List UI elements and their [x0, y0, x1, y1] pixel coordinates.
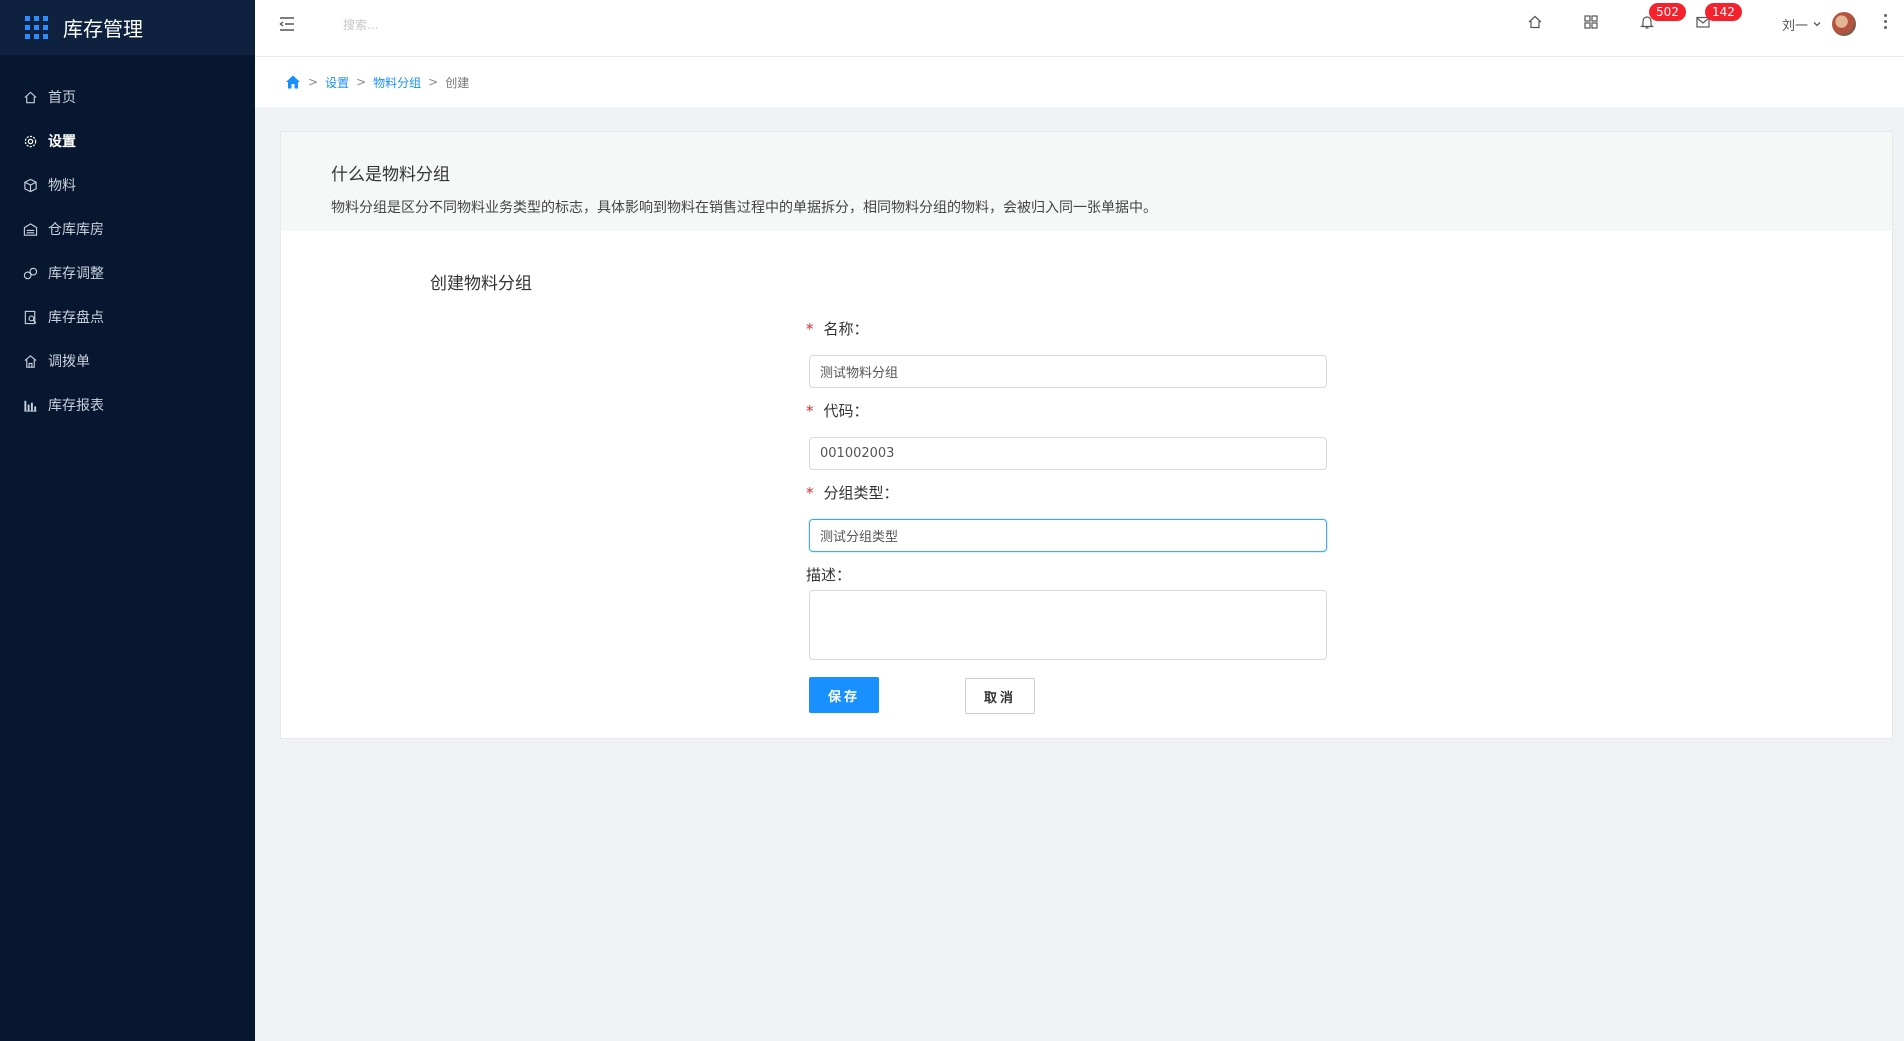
more-vertical-icon[interactable]	[1884, 14, 1888, 32]
save-button[interactable]: 保存	[809, 677, 879, 713]
transfer-icon	[22, 353, 38, 369]
home-icon	[22, 89, 38, 105]
sidebar-item-stock-adjust[interactable]: 库存调整	[0, 251, 255, 295]
bar-chart-icon	[22, 397, 38, 413]
sidebar-item-stock-report[interactable]: 库存报表	[0, 383, 255, 427]
required-marker: *	[806, 402, 814, 420]
sidebar-item-label: 调拨单	[48, 354, 90, 370]
notification-count-badge: 502	[1649, 3, 1686, 21]
apps-grid-icon	[25, 15, 49, 40]
user-name: 刘一	[1781, 18, 1808, 34]
home-icon[interactable]	[1527, 14, 1545, 32]
sidebar-item-label: 库存调整	[48, 266, 104, 282]
sidebar-menu: 首页 设置 物料 仓库库房 库存调整 库存盘点 调拨单 库存报表	[0, 75, 255, 427]
breadcrumb-separator: >	[356, 75, 367, 89]
sidebar: 库存管理 首页 设置 物料 仓库库房 库存调整 库存盘点 调拨单 库存报表	[0, 0, 255, 1041]
adjust-icon	[22, 265, 38, 281]
cancel-button[interactable]: 取消	[965, 678, 1035, 714]
notification-bell-icon[interactable]: 502	[1639, 3, 1686, 32]
chevron-down-icon	[1812, 19, 1822, 29]
breadcrumb-material-group-link[interactable]: 物料分组	[373, 74, 421, 91]
code-field[interactable]	[809, 437, 1327, 470]
breadcrumb-settings-link[interactable]: 设置	[325, 74, 349, 91]
breadcrumb-separator: >	[428, 75, 439, 89]
brand: 库存管理	[0, 0, 255, 55]
name-field[interactable]	[809, 355, 1327, 388]
cube-icon	[22, 177, 38, 193]
search-input[interactable]	[343, 13, 583, 37]
required-marker: *	[806, 320, 814, 338]
form-title: 创建物料分组	[430, 274, 532, 294]
breadcrumb-current: 创建	[445, 75, 470, 90]
intro-description: 物料分组是区分不同物料业务类型的标志，具体影响到物料在销售过程中的单据拆分，相同…	[331, 200, 1157, 216]
description-label: 描述：	[806, 564, 851, 585]
breadcrumb: > 设置 > 物料分组 > 创建	[255, 57, 1904, 107]
description-field[interactable]	[809, 590, 1327, 660]
code-label-text: 代码：	[823, 402, 869, 420]
sidebar-item-label: 库存盘点	[48, 310, 104, 326]
avatar[interactable]	[1832, 12, 1856, 36]
inventory-check-icon	[22, 309, 38, 325]
sidebar-item-transfer[interactable]: 调拨单	[0, 339, 255, 383]
sidebar-item-materials[interactable]: 物料	[0, 163, 255, 207]
warehouse-icon	[22, 221, 38, 237]
user-menu[interactable]: 刘一	[1782, 12, 1856, 36]
app-title: 库存管理	[63, 17, 143, 41]
mail-icon[interactable]: 142	[1695, 3, 1742, 32]
name-label: * 名称：	[806, 318, 869, 339]
sidebar-item-settings[interactable]: 设置	[0, 119, 255, 163]
sidebar-item-label: 仓库库房	[48, 222, 104, 238]
content-card: 什么是物料分组 物料分组是区分不同物料业务类型的标志，具体影响到物料在销售过程中…	[280, 131, 1893, 739]
description-label-text: 描述：	[806, 566, 852, 584]
sidebar-item-home[interactable]: 首页	[0, 75, 255, 119]
intro-title: 什么是物料分组	[331, 165, 450, 185]
code-label: * 代码：	[806, 400, 869, 421]
intro-panel: 什么是物料分组 物料分组是区分不同物料业务类型的标志，具体影响到物料在销售过程中…	[281, 132, 1892, 231]
group-type-label-text: 分组类型：	[823, 484, 899, 502]
apps-grid-icon[interactable]	[1583, 14, 1601, 32]
sidebar-item-warehouse[interactable]: 仓库库房	[0, 207, 255, 251]
message-count-badge: 142	[1705, 3, 1742, 21]
sidebar-item-label: 库存报表	[48, 398, 104, 414]
group-type-field[interactable]	[809, 519, 1327, 552]
group-type-label: * 分组类型：	[806, 482, 899, 503]
sidebar-item-label: 设置	[48, 134, 76, 150]
breadcrumb-separator: >	[308, 75, 319, 89]
sidebar-item-label: 首页	[48, 90, 76, 106]
menu-collapse-icon[interactable]	[277, 14, 297, 34]
sidebar-item-stock-check[interactable]: 库存盘点	[0, 295, 255, 339]
name-label-text: 名称：	[823, 320, 869, 338]
required-marker: *	[806, 484, 814, 502]
home-icon[interactable]	[285, 74, 301, 90]
gear-icon	[22, 133, 38, 149]
sidebar-item-label: 物料	[48, 178, 76, 194]
top-header: 502 142 刘一	[255, 0, 1904, 57]
